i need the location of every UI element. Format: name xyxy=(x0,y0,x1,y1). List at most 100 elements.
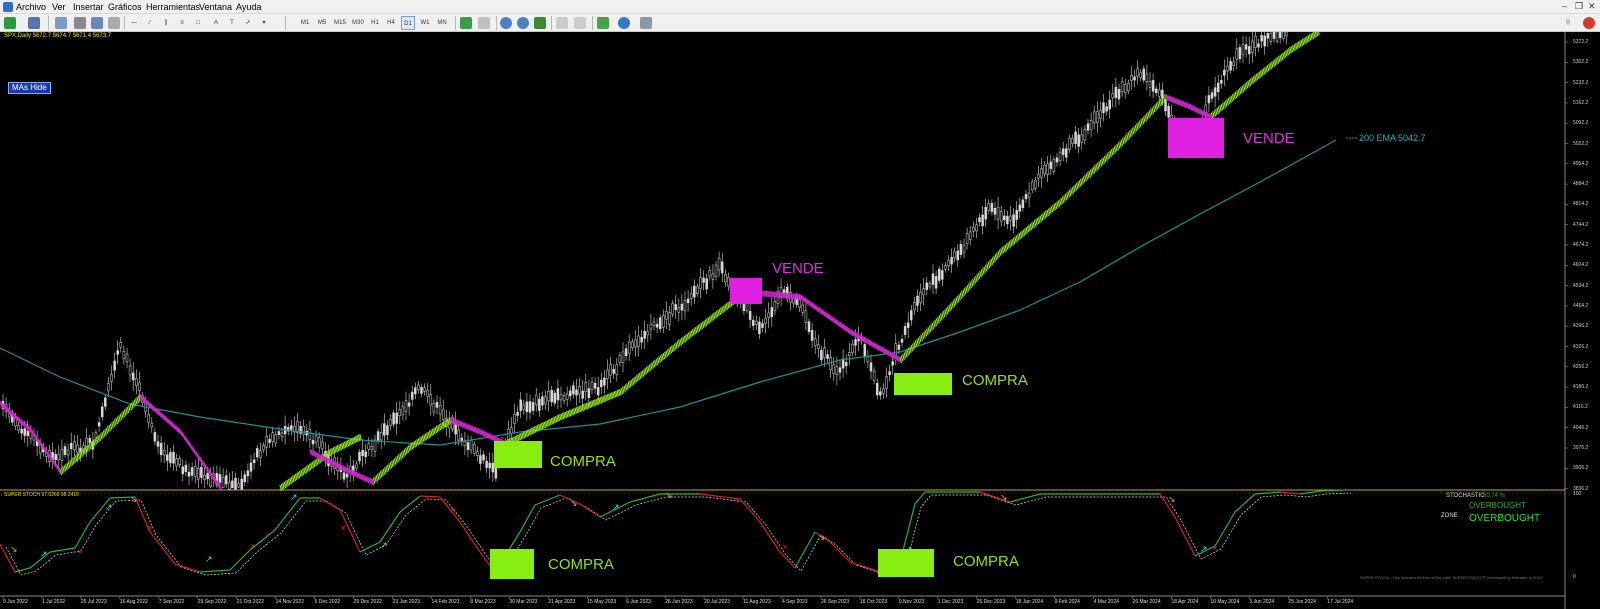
buy-arrow-marker: ↗ xyxy=(380,541,388,551)
buy-arrow-marker: ↗ xyxy=(40,550,48,560)
candle-body xyxy=(953,251,956,259)
candle-body xyxy=(767,312,770,318)
candle-body xyxy=(513,413,516,424)
menu-help[interactable]: Ayuda xyxy=(236,2,261,12)
menu-view[interactable]: Ver xyxy=(52,2,66,12)
candle-body xyxy=(290,425,293,430)
candle-body xyxy=(1216,82,1220,93)
candle-body xyxy=(1130,75,1133,81)
candle-body xyxy=(562,395,566,402)
candle-body xyxy=(107,383,110,392)
candle-body xyxy=(73,441,76,451)
candle-body xyxy=(968,231,972,240)
tf-h1-button[interactable]: H1 xyxy=(368,16,382,30)
candle-body xyxy=(944,265,947,270)
candle-body xyxy=(978,217,981,223)
mas-hide-button[interactable]: MAs Hide xyxy=(8,82,51,94)
zoom-out-icon[interactable] xyxy=(517,17,529,29)
menu-file[interactable]: Archivo xyxy=(16,2,46,12)
profiles-icon[interactable] xyxy=(28,17,40,29)
autoscroll-icon[interactable] xyxy=(556,17,568,29)
move-icon[interactable] xyxy=(74,17,86,29)
date-tick-label: 18 Jan 2024 xyxy=(1015,599,1044,605)
candle-body xyxy=(708,270,712,277)
candle-body xyxy=(727,277,730,287)
candle-body xyxy=(565,393,569,400)
zoom-in-icon[interactable] xyxy=(500,17,512,29)
candle-body xyxy=(119,342,123,348)
candle-body xyxy=(410,391,414,400)
candle-body xyxy=(262,445,265,451)
candle-body xyxy=(197,467,200,480)
date-tick-label: 14 Feb 2023 xyxy=(431,599,460,605)
search-icon[interactable]: ⚲ xyxy=(1562,16,1574,30)
text-tool-icon[interactable]: A xyxy=(210,16,222,30)
fibo-icon[interactable]: ≡ xyxy=(176,16,188,30)
candle-body xyxy=(469,440,473,451)
candle-body xyxy=(553,392,557,404)
more-tools-icon[interactable]: ▾ xyxy=(258,16,270,30)
candle-body xyxy=(342,472,346,480)
candle-body xyxy=(1086,123,1090,131)
shapes-icon[interactable]: □ xyxy=(192,16,204,30)
menu-insert[interactable]: Insertar xyxy=(73,2,104,12)
scroll-icon[interactable] xyxy=(108,17,120,29)
tf-h4-button[interactable]: H4 xyxy=(384,16,398,30)
candle-body xyxy=(302,425,305,435)
tf-m5-button[interactable]: M5 xyxy=(315,16,329,30)
price-tick-label: 4744.2 xyxy=(1573,221,1589,228)
buy-arrow-marker: ↗ xyxy=(205,555,213,565)
tile-windows-icon[interactable] xyxy=(534,17,546,29)
candle-body xyxy=(1167,105,1170,118)
candle-chart-icon[interactable] xyxy=(478,17,490,29)
periods-icon[interactable] xyxy=(618,17,630,29)
candle-body xyxy=(175,458,178,467)
menu-charts[interactable]: Gráficos xyxy=(108,2,142,12)
candle-body xyxy=(934,276,938,289)
minimize-icon[interactable]: – xyxy=(1562,1,1567,11)
tf-mn-button[interactable]: MN xyxy=(434,16,450,30)
buy-arrow-marker: ↗ xyxy=(290,493,298,503)
arrow-tool-icon[interactable]: ➚ xyxy=(242,16,254,30)
price-tick-label: 5232.2 xyxy=(1573,79,1589,86)
candle-body xyxy=(1123,84,1127,93)
candle-body xyxy=(882,388,885,394)
close-icon[interactable]: ✕ xyxy=(1588,1,1596,12)
line-tool-icon[interactable]: ― xyxy=(128,16,140,30)
candle-body xyxy=(919,291,922,303)
menu-window[interactable]: Ventana xyxy=(199,2,232,12)
bar-chart-icon[interactable] xyxy=(460,17,472,29)
chart-shift-icon[interactable] xyxy=(574,17,586,29)
menu-tools[interactable]: Herramientas xyxy=(146,2,200,12)
candle-body xyxy=(999,210,1003,222)
price-tick-label: 4116.2 xyxy=(1573,404,1588,411)
label-tool-icon[interactable]: T xyxy=(226,16,238,30)
candle-body xyxy=(792,298,795,304)
tf-w1-button[interactable]: W1 xyxy=(418,16,432,30)
new-chart-icon[interactable] xyxy=(4,17,16,29)
candle-body xyxy=(1003,215,1006,221)
price-tick-label: 4534.2 xyxy=(1573,282,1589,289)
trendline-icon[interactable]: ∕ xyxy=(144,16,156,30)
candle-body xyxy=(578,386,581,395)
tf-d1-button[interactable]: D1 xyxy=(401,16,415,30)
tf-m15-button[interactable]: M15 xyxy=(332,16,348,30)
templates-icon[interactable] xyxy=(640,17,652,29)
candle-body xyxy=(1127,83,1130,91)
date-tick-label: 6 Dec 2022 xyxy=(314,599,341,605)
sell-arrow-marker: ↘ xyxy=(818,533,826,543)
alert-icon[interactable] xyxy=(1583,17,1595,29)
candle-body xyxy=(773,301,777,311)
chart-area[interactable]: ↗↗↗↗↗↗↗↗↗↗↘↘↘↘↘↘↘××××××× SPX,Daily 5672.… xyxy=(0,32,1600,609)
candle-body xyxy=(618,355,622,363)
zoom-fit-icon[interactable] xyxy=(91,17,103,29)
candle-body xyxy=(1009,215,1012,221)
tf-m1-button[interactable]: M1 xyxy=(298,16,312,30)
candle-body xyxy=(1275,32,1279,42)
crosshair-icon[interactable] xyxy=(55,17,67,29)
candle-body xyxy=(1058,151,1062,162)
restore-icon[interactable]: ❐ xyxy=(1575,1,1583,12)
tf-m30-button[interactable]: M30 xyxy=(350,16,366,30)
channel-icon[interactable]: ∥ xyxy=(160,16,172,30)
indicators-icon[interactable] xyxy=(597,17,609,29)
